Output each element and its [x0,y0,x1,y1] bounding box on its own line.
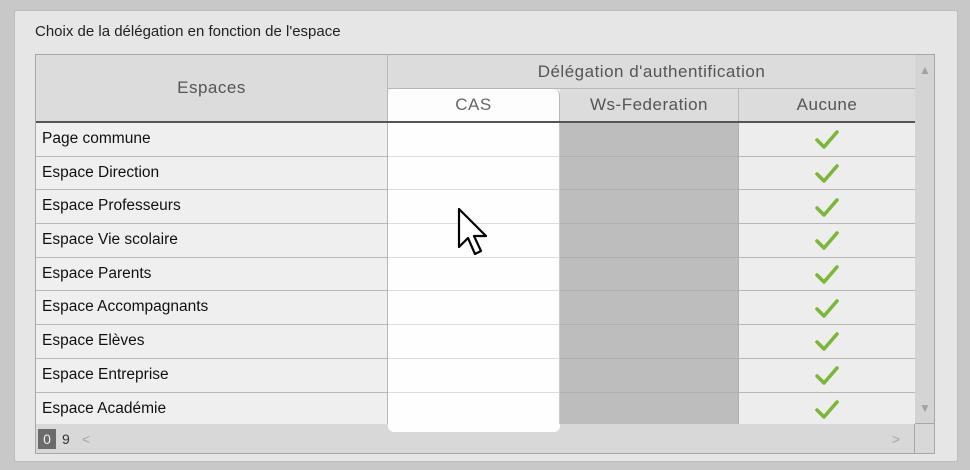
table-row[interactable]: Page commune [36,123,915,157]
panel-title: Choix de la délégation en fonction de l'… [35,23,341,40]
table-row[interactable]: Espace Entreprise [36,358,915,393]
table-row[interactable]: Espace Direction [36,156,915,191]
cell-ws-federation [560,156,739,191]
check-icon [815,129,839,150]
row-espace-name: Espace Académie [36,392,388,427]
check-icon [815,298,839,318]
cell-aucune[interactable] [739,392,915,427]
cell-cas[interactable] [388,358,560,393]
row-espace-name: Espace Accompagnants [36,291,388,326]
chevron-left-icon[interactable]: < [82,429,90,449]
column-header-ws-federation[interactable]: Ws-Federation [560,89,739,121]
cell-aucune[interactable] [739,123,915,157]
table-row[interactable]: Espace Académie [36,392,915,427]
check-icon [815,264,839,284]
cell-cas[interactable] [388,123,560,157]
cell-ws-federation [560,257,739,292]
cell-aucune[interactable] [739,257,915,292]
cell-cas[interactable] [388,325,560,359]
column-header-espaces[interactable]: Espaces [36,55,388,121]
check-icon [815,197,839,217]
column-group-header-delegation: Délégation d'authentification [388,55,915,89]
cell-aucune[interactable] [739,224,915,258]
row-espace-name: Espace Professeurs [36,190,388,225]
row-espace-name: Page commune [36,123,388,157]
column-header-cas[interactable]: CAS [388,89,560,121]
cell-aucune[interactable] [739,190,915,225]
check-icon [815,230,839,251]
cell-ws-federation [560,392,739,427]
check-icon [815,163,839,183]
mouse-pointer-icon [456,207,490,264]
row-espace-name: Espace Entreprise [36,358,388,393]
chevron-right-icon[interactable]: > [892,429,900,449]
scrollbar-corner [915,424,935,454]
row-espace-name: Espace Direction [36,156,388,191]
cell-aucune[interactable] [739,291,915,326]
cell-ws-federation [560,358,739,393]
frozen-row-count: 0 [38,429,56,449]
column-header-aucune[interactable]: Aucune [739,89,915,121]
cell-ws-federation [560,325,739,359]
cell-aucune[interactable] [739,358,915,393]
cas-column-highlight-end [388,424,560,432]
cell-ws-federation [560,224,739,258]
table-body: Page commune Espace Direction Espace Profe… [36,123,915,427]
chevron-up-icon[interactable]: ▲ [919,63,931,77]
cell-ws-federation [560,190,739,225]
cell-cas[interactable] [388,291,560,326]
cell-cas[interactable] [388,392,560,427]
cell-ws-federation [560,123,739,157]
cell-ws-federation [560,291,739,326]
table-row[interactable]: Espace Elèves [36,325,915,359]
row-count: 9 [62,431,70,447]
check-icon [815,365,839,385]
cell-aucune[interactable] [739,156,915,191]
cell-cas[interactable] [388,156,560,191]
vertical-scrollbar[interactable]: ▲ ▼ [915,54,935,424]
check-icon [815,331,839,352]
row-espace-name: Espace Vie scolaire [36,224,388,258]
chevron-down-icon[interactable]: ▼ [919,401,931,415]
row-espace-name: Espace Elèves [36,325,388,359]
table-row[interactable]: Espace Accompagnants [36,291,915,326]
row-espace-name: Espace Parents [36,257,388,292]
check-icon [815,399,839,419]
cell-aucune[interactable] [739,325,915,359]
